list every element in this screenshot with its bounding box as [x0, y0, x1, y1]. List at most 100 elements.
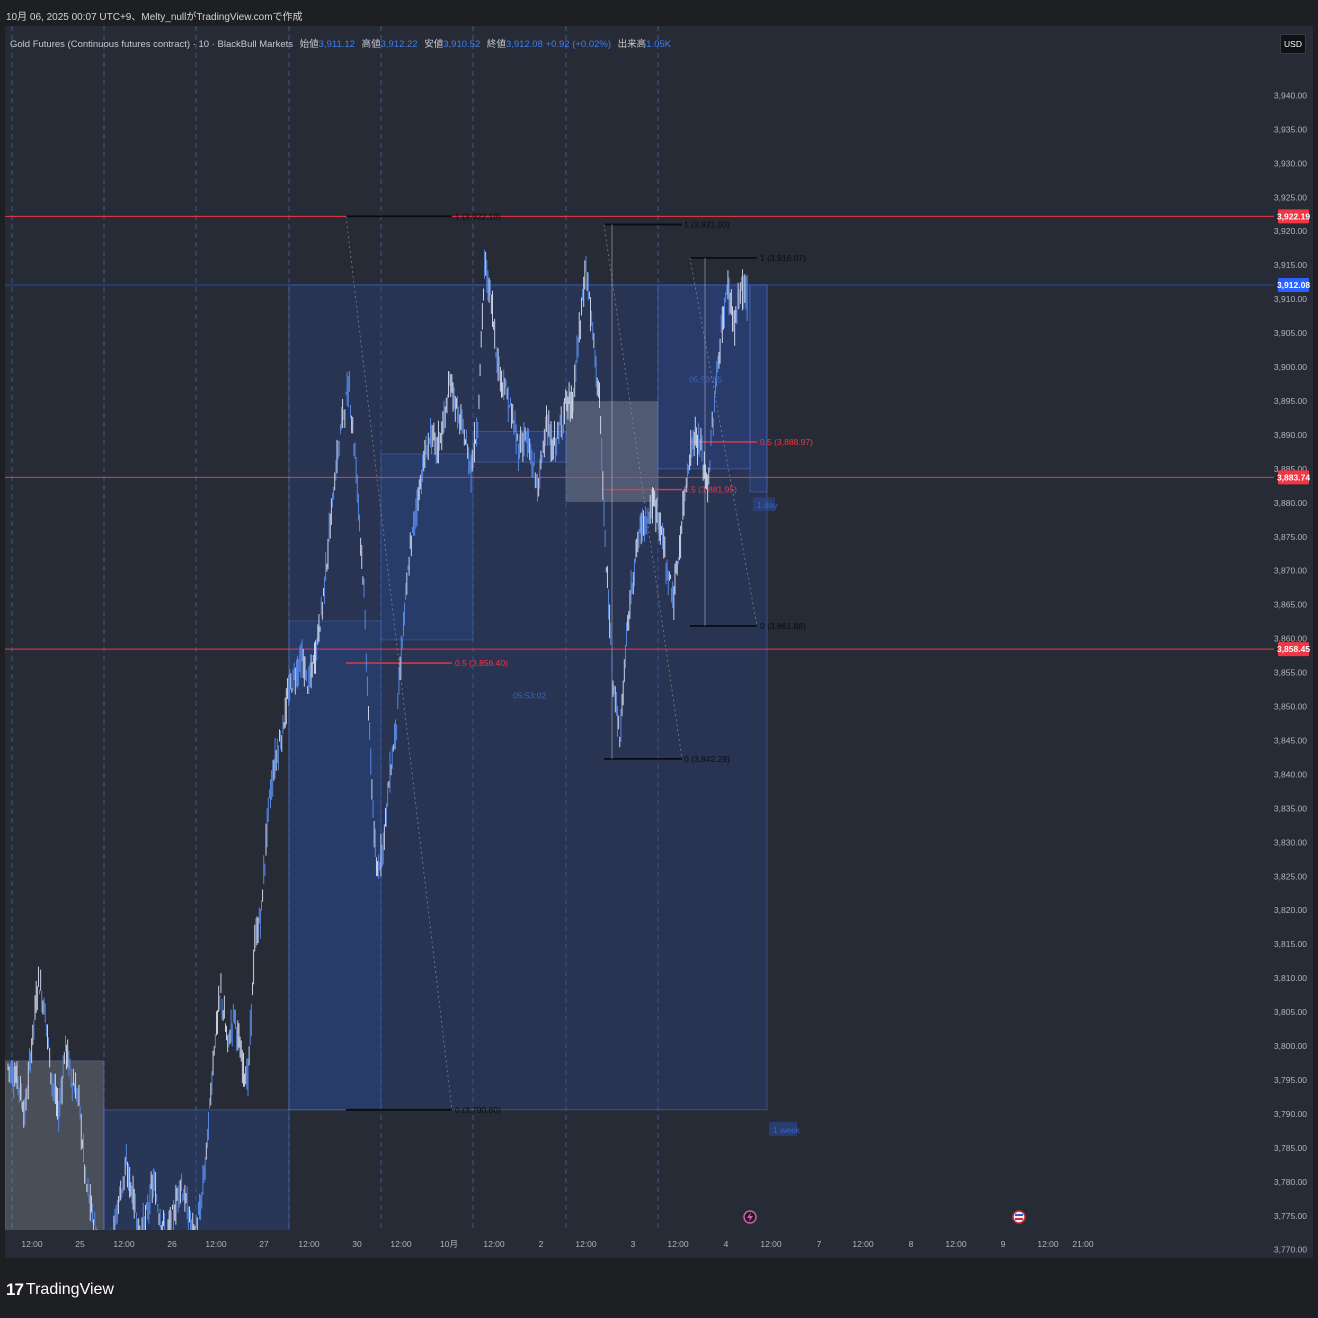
volume-label: 出来高: [617, 39, 647, 50]
y-tick-label: 3,855.00: [1274, 668, 1307, 678]
x-tick-label: 12:00: [205, 1239, 227, 1249]
low-label: 安値: [424, 39, 444, 50]
x-tick-label: 10月: [440, 1239, 458, 1249]
change-value: +0.92 (+0.02%): [545, 39, 612, 50]
y-tick-label: 3,770.00: [1274, 1245, 1307, 1255]
y-tick-label: 3,930.00: [1274, 158, 1307, 168]
y-tick-label: 3,860.00: [1274, 634, 1307, 644]
timeframe-label: 1 week: [773, 1125, 801, 1135]
price-tag-label: 3,858.45: [1277, 644, 1310, 654]
y-tick-label: 3,925.00: [1274, 192, 1307, 202]
y-tick-label: 3,840.00: [1274, 769, 1307, 779]
x-tick-label: 26: [167, 1239, 177, 1249]
fib-level-label: 1 (3,921.00): [684, 219, 730, 229]
x-tick-label: 21:00: [1072, 1239, 1094, 1249]
x-tick-label: 12:00: [945, 1239, 967, 1249]
y-tick-label: 3,785.00: [1274, 1143, 1307, 1153]
day-range-box: [749, 284, 768, 493]
x-tick-label: 3: [631, 1239, 636, 1249]
x-tick-label: 12:00: [852, 1239, 874, 1249]
y-tick-label: 3,835.00: [1274, 803, 1307, 813]
x-tick-label: 8: [909, 1239, 914, 1249]
x-tick-label: 7: [817, 1239, 822, 1249]
x-tick-label: 4: [724, 1239, 729, 1249]
tradingview-logo[interactable]: 17 TradingView: [6, 1280, 114, 1300]
x-tick-label: 12:00: [298, 1239, 320, 1249]
currency-button[interactable]: USD: [1280, 34, 1306, 54]
y-tick-label: 3,805.00: [1274, 1007, 1307, 1017]
y-tick-label: 3,830.00: [1274, 837, 1307, 847]
y-tick-label: 3,910.00: [1274, 294, 1307, 304]
y-tick-label: 3,820.00: [1274, 905, 1307, 915]
y-tick-label: 3,920.00: [1274, 226, 1307, 236]
y-tick-label: 3,780.00: [1274, 1177, 1307, 1187]
price-tag-label: 3,883.74: [1277, 472, 1310, 482]
tv-logo-icon: 17: [6, 1280, 24, 1299]
fib-level-label: 0 (3,861.88): [760, 621, 806, 631]
x-tick-label: 12:00: [113, 1239, 135, 1249]
y-tick-label: 3,845.00: [1274, 735, 1307, 745]
x-tick-label: 2: [539, 1239, 544, 1249]
countdown-label: 05:53:02: [513, 690, 546, 700]
symbol-name[interactable]: Gold Futures (Continuous futures contrac…: [10, 39, 293, 50]
fib-level-label: 1 (3,922.19): [455, 211, 501, 221]
y-tick-label: 3,800.00: [1274, 1041, 1307, 1051]
event-markers: [743, 1210, 1026, 1224]
y-tick-label: 3,875.00: [1274, 532, 1307, 542]
y-tick-label: 3,775.00: [1274, 1211, 1307, 1221]
price-axis: 3,940.00 3,935.00 3,930.00 3,925.00 3,920.00…: [1274, 90, 1307, 1254]
y-tick-label: 3,895.00: [1274, 396, 1307, 406]
y-tick-label: 3,865.00: [1274, 600, 1307, 610]
us-flag-icon: [1015, 1214, 1023, 1216]
x-tick-label: 12:00: [21, 1239, 43, 1249]
y-tick-label: 3,940.00: [1274, 90, 1307, 100]
x-tick-label: 12:00: [575, 1239, 597, 1249]
tv-wordmark: TradingView: [25, 1281, 114, 1298]
y-tick-label: 3,880.00: [1274, 498, 1307, 508]
volume-value: 1.05K: [646, 39, 671, 50]
high-label: 高値: [361, 39, 381, 50]
fib-level-label: 1 (3,916.07): [760, 253, 806, 263]
y-tick-label: 3,890.00: [1274, 430, 1307, 440]
low-value: 3,910.52: [443, 39, 481, 50]
us-flag-icon: [1015, 1218, 1023, 1220]
y-tick-label: 3,870.00: [1274, 566, 1307, 576]
y-tick-label: 3,935.00: [1274, 124, 1307, 134]
time-axis: 12:00 25 12:00 26 12:00 27 12:00 30 12:00 10月 12:0…: [21, 1239, 1094, 1249]
fib-level-label: 0.5 (3,888.97): [760, 437, 813, 447]
y-tick-label: 3,900.00: [1274, 362, 1307, 372]
x-tick-label: 9: [1001, 1239, 1006, 1249]
fib-level-label: 0 (3,842.29): [684, 754, 730, 764]
high-value: 3,912.22: [380, 39, 418, 50]
open-value: 3,911.12: [318, 39, 355, 50]
range-boxes: [5, 284, 768, 1230]
x-tick-label: 12:00: [1037, 1239, 1059, 1249]
y-tick-label: 3,795.00: [1274, 1075, 1307, 1085]
close-label: 終値: [486, 39, 506, 50]
x-tick-label: 30: [352, 1239, 362, 1249]
close-value: 3,912.08: [505, 39, 543, 50]
symbol-legend: Gold Futures (Continuous futures contrac…: [10, 36, 671, 50]
price-tag-label: 3,922.19: [1277, 211, 1310, 221]
x-tick-label: 12:00: [483, 1239, 505, 1249]
y-tick-label: 3,850.00: [1274, 702, 1307, 712]
y-tick-label: 3,815.00: [1274, 939, 1307, 949]
y-tick-label: 3,790.00: [1274, 1109, 1307, 1119]
y-tick-label: 3,825.00: [1274, 871, 1307, 881]
price-chart[interactable]: 1 (3,922.19) 0.5 (3,856.40) 0 (3,790.60) 1 …: [0, 0, 1318, 1318]
y-tick-label: 3,810.00: [1274, 973, 1307, 983]
price-tag-label: 3,912.08: [1277, 280, 1310, 290]
x-tick-label: 12:00: [667, 1239, 689, 1249]
x-tick-label: 12:00: [390, 1239, 412, 1249]
countdown-label: 05:53:05: [689, 375, 722, 385]
open-label: 始値: [299, 39, 319, 50]
fib-level-label: 0.5 (3,881.95): [684, 485, 737, 495]
timeframe-label: 1 day: [757, 500, 779, 510]
x-tick-label: 27: [259, 1239, 269, 1249]
x-tick-label: 12:00: [760, 1239, 782, 1249]
y-tick-label: 3,905.00: [1274, 328, 1307, 338]
fib-level-label: 0.5 (3,856.40): [455, 658, 508, 668]
x-tick-label: 25: [75, 1239, 85, 1249]
y-tick-label: 3,915.00: [1274, 260, 1307, 270]
us-flag-icon: [1012, 1210, 1026, 1224]
